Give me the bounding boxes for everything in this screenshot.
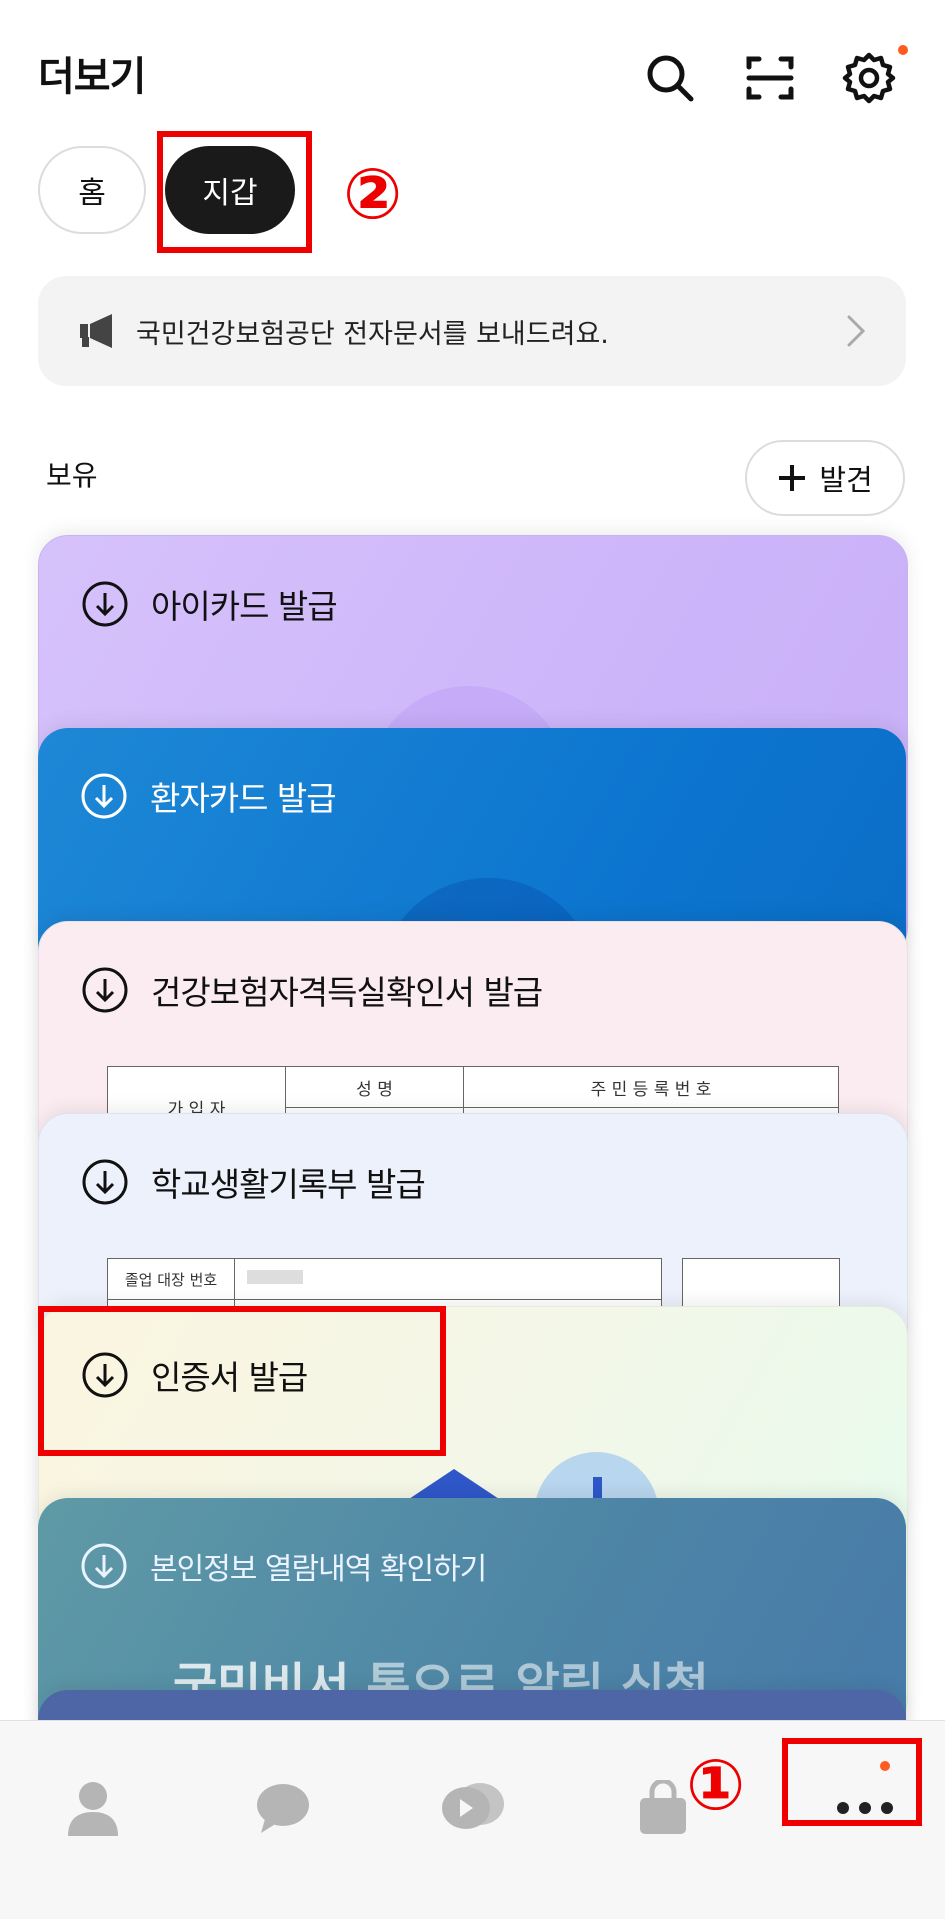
- doc-cell: 성 명: [285, 1066, 464, 1108]
- annotation-step-2: ②: [343, 153, 403, 235]
- page-title: 더보기: [38, 54, 146, 100]
- card-label: 환자카드 발급: [150, 779, 337, 818]
- discover-button[interactable]: 발견: [745, 440, 905, 516]
- doc-cell: 주 민 등 록 번 호: [463, 1066, 839, 1108]
- notice-banner[interactable]: 국민건강보험공단 전자문서를 보내드려요.: [38, 276, 906, 386]
- doc-cell: 졸업 대장 번호: [107, 1258, 235, 1300]
- download-icon: [82, 581, 128, 627]
- card-label: 아이카드 발급: [151, 587, 338, 626]
- search-icon[interactable]: [640, 48, 700, 108]
- tab-home[interactable]: 홈: [38, 146, 146, 234]
- settings-icon[interactable]: [839, 48, 899, 108]
- download-icon: [81, 773, 127, 819]
- download-icon: [82, 967, 128, 1013]
- openchat-icon[interactable]: [438, 1773, 508, 1843]
- section-title: 보유: [46, 459, 98, 492]
- card-label: 본인정보 열람내역 확인하기: [150, 1552, 487, 1587]
- card-label: 학교생활기록부 발급: [151, 1165, 426, 1204]
- chevron-right-icon: [846, 314, 866, 352]
- tab-home-label: 홈: [78, 176, 106, 211]
- highlight-box-certificate: [38, 1306, 446, 1456]
- scan-icon[interactable]: [740, 48, 800, 108]
- download-icon: [82, 1159, 128, 1205]
- notice-text: 국민건강보험공단 전자문서를 보내드려요.: [136, 318, 609, 350]
- plus-icon: [777, 463, 807, 493]
- discover-label: 발견: [819, 463, 873, 497]
- chat-icon[interactable]: [248, 1773, 318, 1843]
- highlight-box-wallet: [157, 131, 312, 253]
- card-label: 건강보험자격득실확인서 발급: [151, 973, 543, 1012]
- highlight-box-more: [782, 1738, 922, 1826]
- doc-cell: [234, 1258, 662, 1300]
- download-icon: [81, 1543, 127, 1589]
- profile-icon[interactable]: [58, 1773, 128, 1843]
- annotation-step-1: ①: [686, 1744, 746, 1826]
- notification-dot: [898, 45, 908, 55]
- megaphone-icon: [78, 311, 118, 351]
